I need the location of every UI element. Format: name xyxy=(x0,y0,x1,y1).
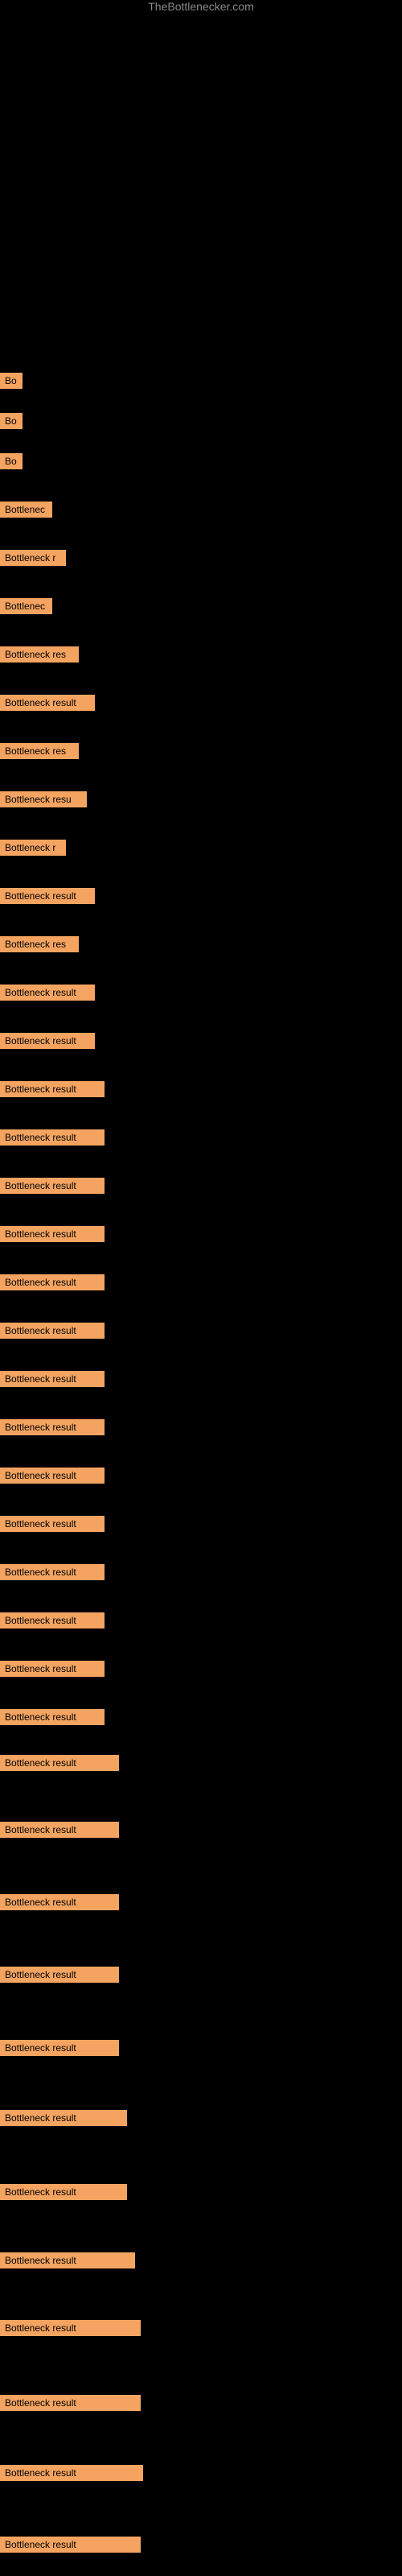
bottleneck-result-label: Bottleneck result xyxy=(0,1129,105,1146)
bottleneck-result-label: Bottlenec xyxy=(0,598,52,614)
bottleneck-result-label: Bottleneck result xyxy=(0,1709,105,1725)
bottleneck-result-label: Bottleneck result xyxy=(0,2040,119,2056)
bottleneck-result-label: Bottleneck result xyxy=(0,2252,135,2268)
bottleneck-result-label: Bottleneck result xyxy=(0,1274,105,1290)
bottleneck-result-label: Bottleneck res xyxy=(0,646,79,663)
bottleneck-result-label: Bottleneck res xyxy=(0,743,79,759)
bottleneck-result-label: Bottleneck result xyxy=(0,1612,105,1629)
bottleneck-result-label: Bottleneck r xyxy=(0,550,66,566)
bottleneck-result-label: Bottleneck result xyxy=(0,1178,105,1194)
bottleneck-result-label: Bottleneck r xyxy=(0,840,66,856)
bottleneck-result-label: Bottleneck result xyxy=(0,2184,127,2200)
bottleneck-result-label: Bo xyxy=(0,453,23,469)
bottleneck-result-label: Bottleneck result xyxy=(0,1468,105,1484)
bottleneck-result-label: Bottleneck result xyxy=(0,695,95,711)
bottleneck-result-label: Bottleneck result xyxy=(0,2465,143,2481)
bottleneck-result-label: Bo xyxy=(0,413,23,429)
bottleneck-result-label: Bottleneck result xyxy=(0,1081,105,1097)
bottleneck-result-label: Bottleneck result xyxy=(0,1822,119,1838)
bottleneck-result-label: Bottleneck result xyxy=(0,985,95,1001)
bottleneck-result-label: Bottleneck result xyxy=(0,1419,105,1435)
bottleneck-result-label: Bottleneck resu xyxy=(0,791,87,807)
bottleneck-result-label: Bottleneck result xyxy=(0,2110,127,2126)
bottleneck-result-label: Bottleneck result xyxy=(0,1371,105,1387)
bottleneck-result-label: Bottleneck result xyxy=(0,1226,105,1242)
bottleneck-result-label: Bottleneck result xyxy=(0,1894,119,1910)
bottleneck-result-label: Bottleneck result xyxy=(0,1967,119,1983)
bottleneck-result-label: Bo xyxy=(0,373,23,389)
bottleneck-result-label: Bottleneck result xyxy=(0,1033,95,1049)
bottleneck-result-label: Bottleneck result xyxy=(0,1564,105,1580)
bottleneck-result-label: Bottleneck result xyxy=(0,1661,105,1677)
bottleneck-result-label: Bottleneck result xyxy=(0,2537,141,2553)
bottleneck-result-label: Bottleneck result xyxy=(0,1755,119,1771)
bottleneck-result-label: Bottlenec xyxy=(0,502,52,518)
bottleneck-result-label: Bottleneck result xyxy=(0,2395,141,2411)
bottleneck-result-label: Bottleneck result xyxy=(0,1323,105,1339)
bottleneck-result-label: Bottleneck result xyxy=(0,2320,141,2336)
labels-container: Bo Bo Bo Bottlenec Bottleneck r Bottlenec Bott… xyxy=(0,0,402,2576)
bottleneck-result-label: Bottleneck result xyxy=(0,1516,105,1532)
bottleneck-result-label: Bottleneck res xyxy=(0,936,79,952)
bottleneck-result-label: Bottleneck result xyxy=(0,888,95,904)
